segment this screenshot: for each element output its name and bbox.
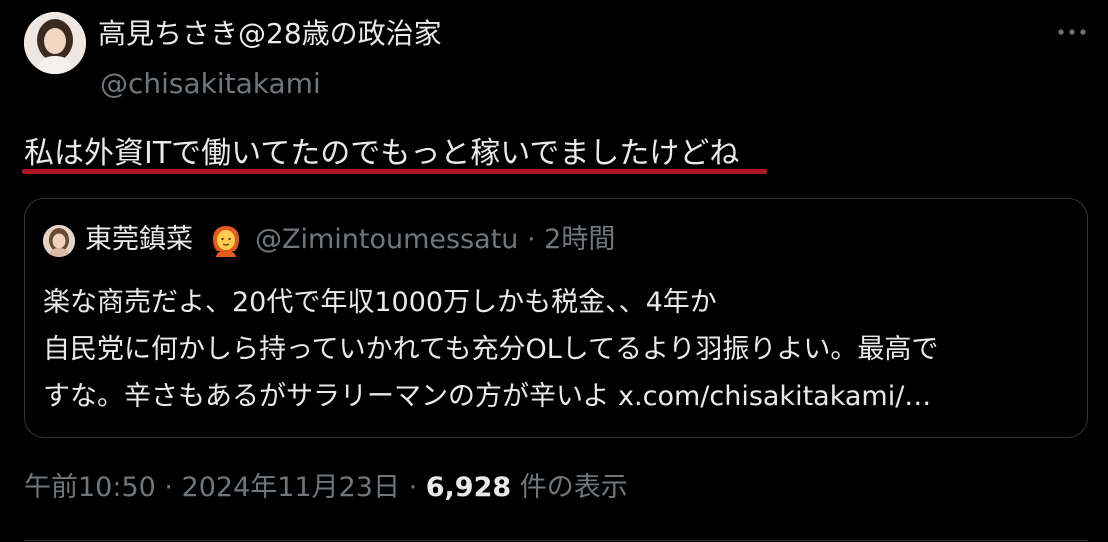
quoted-author-avatar [43, 225, 75, 257]
quoted-text-line: 楽な商売だよ、20代で年収1000万しかも税金、、4年か [43, 287, 717, 318]
more-horizontal-icon[interactable] [1052, 16, 1092, 48]
tweet-text: 私は外資ITで働いてたのでもっと稼いでましたけどね [24, 136, 740, 171]
view-label: 件の表示 [511, 472, 628, 503]
view-count: 6,928 [425, 472, 512, 503]
quoted-tweet-card[interactable]: 東莞鎮菜 @Zimintoumessatu · 2時間 楽な商売だよ、20代で年… [24, 198, 1088, 438]
author-handle[interactable]: @chisakitakami [100, 66, 321, 102]
author-avatar[interactable] [24, 12, 86, 74]
timestamp[interactable]: 午前10:50 · 2024年11月23日 · [24, 472, 426, 503]
divider [24, 540, 1088, 541]
quoted-text-line[interactable]: すな。辛さもあるがサラリーマンの方が辛いよ x.com/chisakitakam… [43, 373, 1079, 420]
quoted-text-line: 自民党に何かしら持っていかれても充分OLしてるより羽振りよい。最高で [43, 334, 939, 365]
quoted-author-name: 東莞鎮菜 [85, 224, 193, 255]
highlight-underline [22, 169, 767, 174]
person-emoji-icon [209, 223, 243, 257]
quoted-tweet-text: 楽な商売だよ、20代で年収1000万しかも税金、、4年か 自民党に何かしら持って… [43, 279, 1079, 420]
tweet-meta: 午前10:50 · 2024年11月23日 · 6,928 件の表示 [24, 470, 628, 506]
quoted-handle-time: @Zimintoumessatu · 2時間 [255, 224, 616, 255]
author-display-name[interactable]: 高見ちさき@28歳の政治家 [98, 16, 442, 52]
